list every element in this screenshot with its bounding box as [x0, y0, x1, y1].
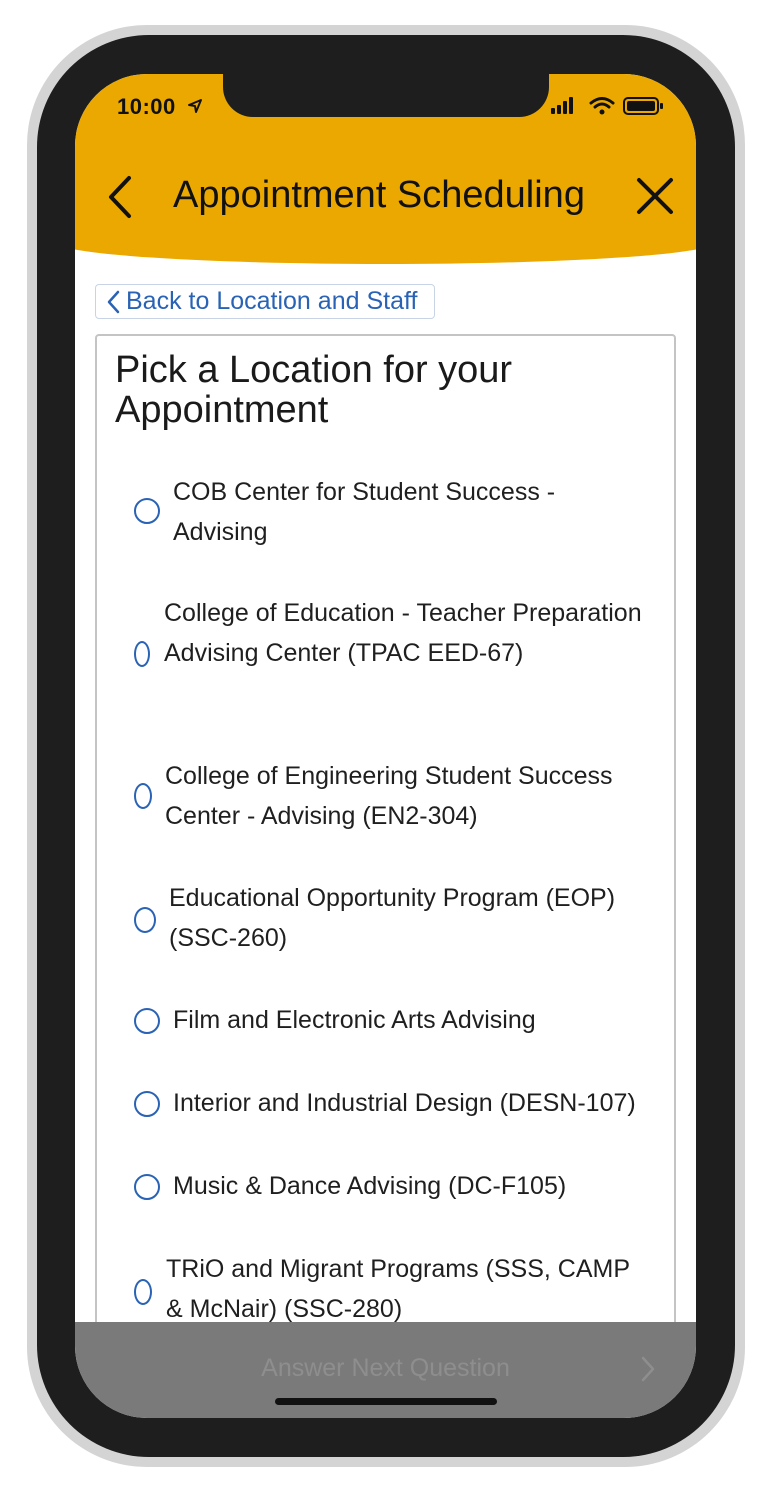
header-curve: [75, 224, 696, 264]
page-title: Appointment Scheduling: [173, 174, 585, 216]
close-icon[interactable]: [633, 174, 677, 218]
signal-icon: [551, 97, 573, 114]
location-option[interactable]: TRiO and Migrant Programs (SSS, CAMP & M…: [97, 1249, 678, 1331]
back-to-location-link[interactable]: Back to Location and Staff: [95, 284, 435, 319]
chevron-right-icon: [641, 1356, 655, 1382]
option-label: Educational Opportunity Program (EOP) (S…: [169, 884, 616, 952]
location-option[interactable]: Film and Electronic Arts Advising: [97, 1000, 678, 1042]
radio-button[interactable]: [134, 1174, 160, 1200]
next-button-label: Answer Next Question: [261, 1354, 510, 1382]
card-title: Pick a Location for your Appointment: [115, 349, 513, 431]
radio-button[interactable]: [134, 783, 152, 809]
location-card: Pick a Location for your Appointment COB…: [95, 334, 676, 1418]
radio-button[interactable]: [134, 1091, 160, 1117]
status-time: 10:00: [117, 94, 176, 119]
radio-button[interactable]: [134, 641, 150, 667]
location-option[interactable]: COB Center for Student Success - Advisin…: [97, 470, 678, 552]
location-arrow-icon: [188, 99, 202, 113]
device-notch: [223, 74, 549, 117]
app-screen: 10:00 Appointment Scheduling Back to Loc…: [75, 74, 696, 1418]
home-indicator[interactable]: [275, 1398, 497, 1405]
radio-button[interactable]: [134, 1279, 152, 1305]
location-option[interactable]: Educational Opportunity Program (EOP) (S…: [97, 878, 678, 960]
location-option[interactable]: College of Education - Teacher Preparati…: [97, 593, 678, 715]
wifi-icon: [589, 97, 615, 115]
back-link-label: Back to Location and Staff: [126, 287, 418, 315]
radio-button[interactable]: [134, 907, 156, 933]
location-option[interactable]: Music & Dance Advising (DC-F105): [97, 1166, 678, 1208]
option-label: College of Education - Teacher Preparati…: [164, 599, 642, 667]
option-label: Film and Electronic Arts Advising: [173, 1006, 536, 1034]
location-option[interactable]: College of Engineering Student Success C…: [97, 756, 678, 838]
option-label: TRiO and Migrant Programs (SSS, CAMP & M…: [166, 1255, 630, 1323]
option-label: College of Engineering Student Success C…: [165, 762, 613, 830]
location-option[interactable]: Interior and Industrial Design (DESN-107…: [97, 1083, 678, 1125]
chevron-left-icon[interactable]: [101, 174, 141, 220]
radio-button[interactable]: [134, 1008, 160, 1034]
option-label: Interior and Industrial Design (DESN-107…: [173, 1089, 636, 1117]
status-icons: [551, 97, 663, 115]
option-label: Music & Dance Advising (DC-F105): [173, 1172, 567, 1200]
radio-button[interactable]: [134, 498, 160, 524]
option-label: COB Center for Student Success - Advisin…: [173, 478, 556, 546]
chevron-left-icon: [107, 290, 120, 313]
battery-icon: [623, 97, 663, 115]
